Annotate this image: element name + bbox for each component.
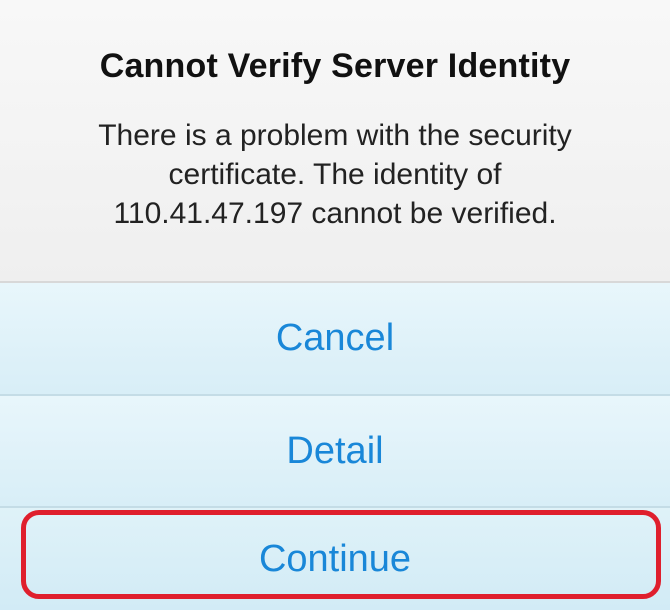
alert-header: Cannot Verify Server Identity There is a… <box>0 0 670 283</box>
continue-button[interactable]: Continue <box>0 508 670 610</box>
certificate-alert-dialog: Cannot Verify Server Identity There is a… <box>0 0 670 610</box>
cancel-button[interactable]: Cancel <box>0 283 670 396</box>
alert-title: Cannot Verify Server Identity <box>99 47 571 85</box>
alert-message: There is a problem with the security cer… <box>98 119 572 230</box>
detail-button[interactable]: Detail <box>0 396 670 508</box>
